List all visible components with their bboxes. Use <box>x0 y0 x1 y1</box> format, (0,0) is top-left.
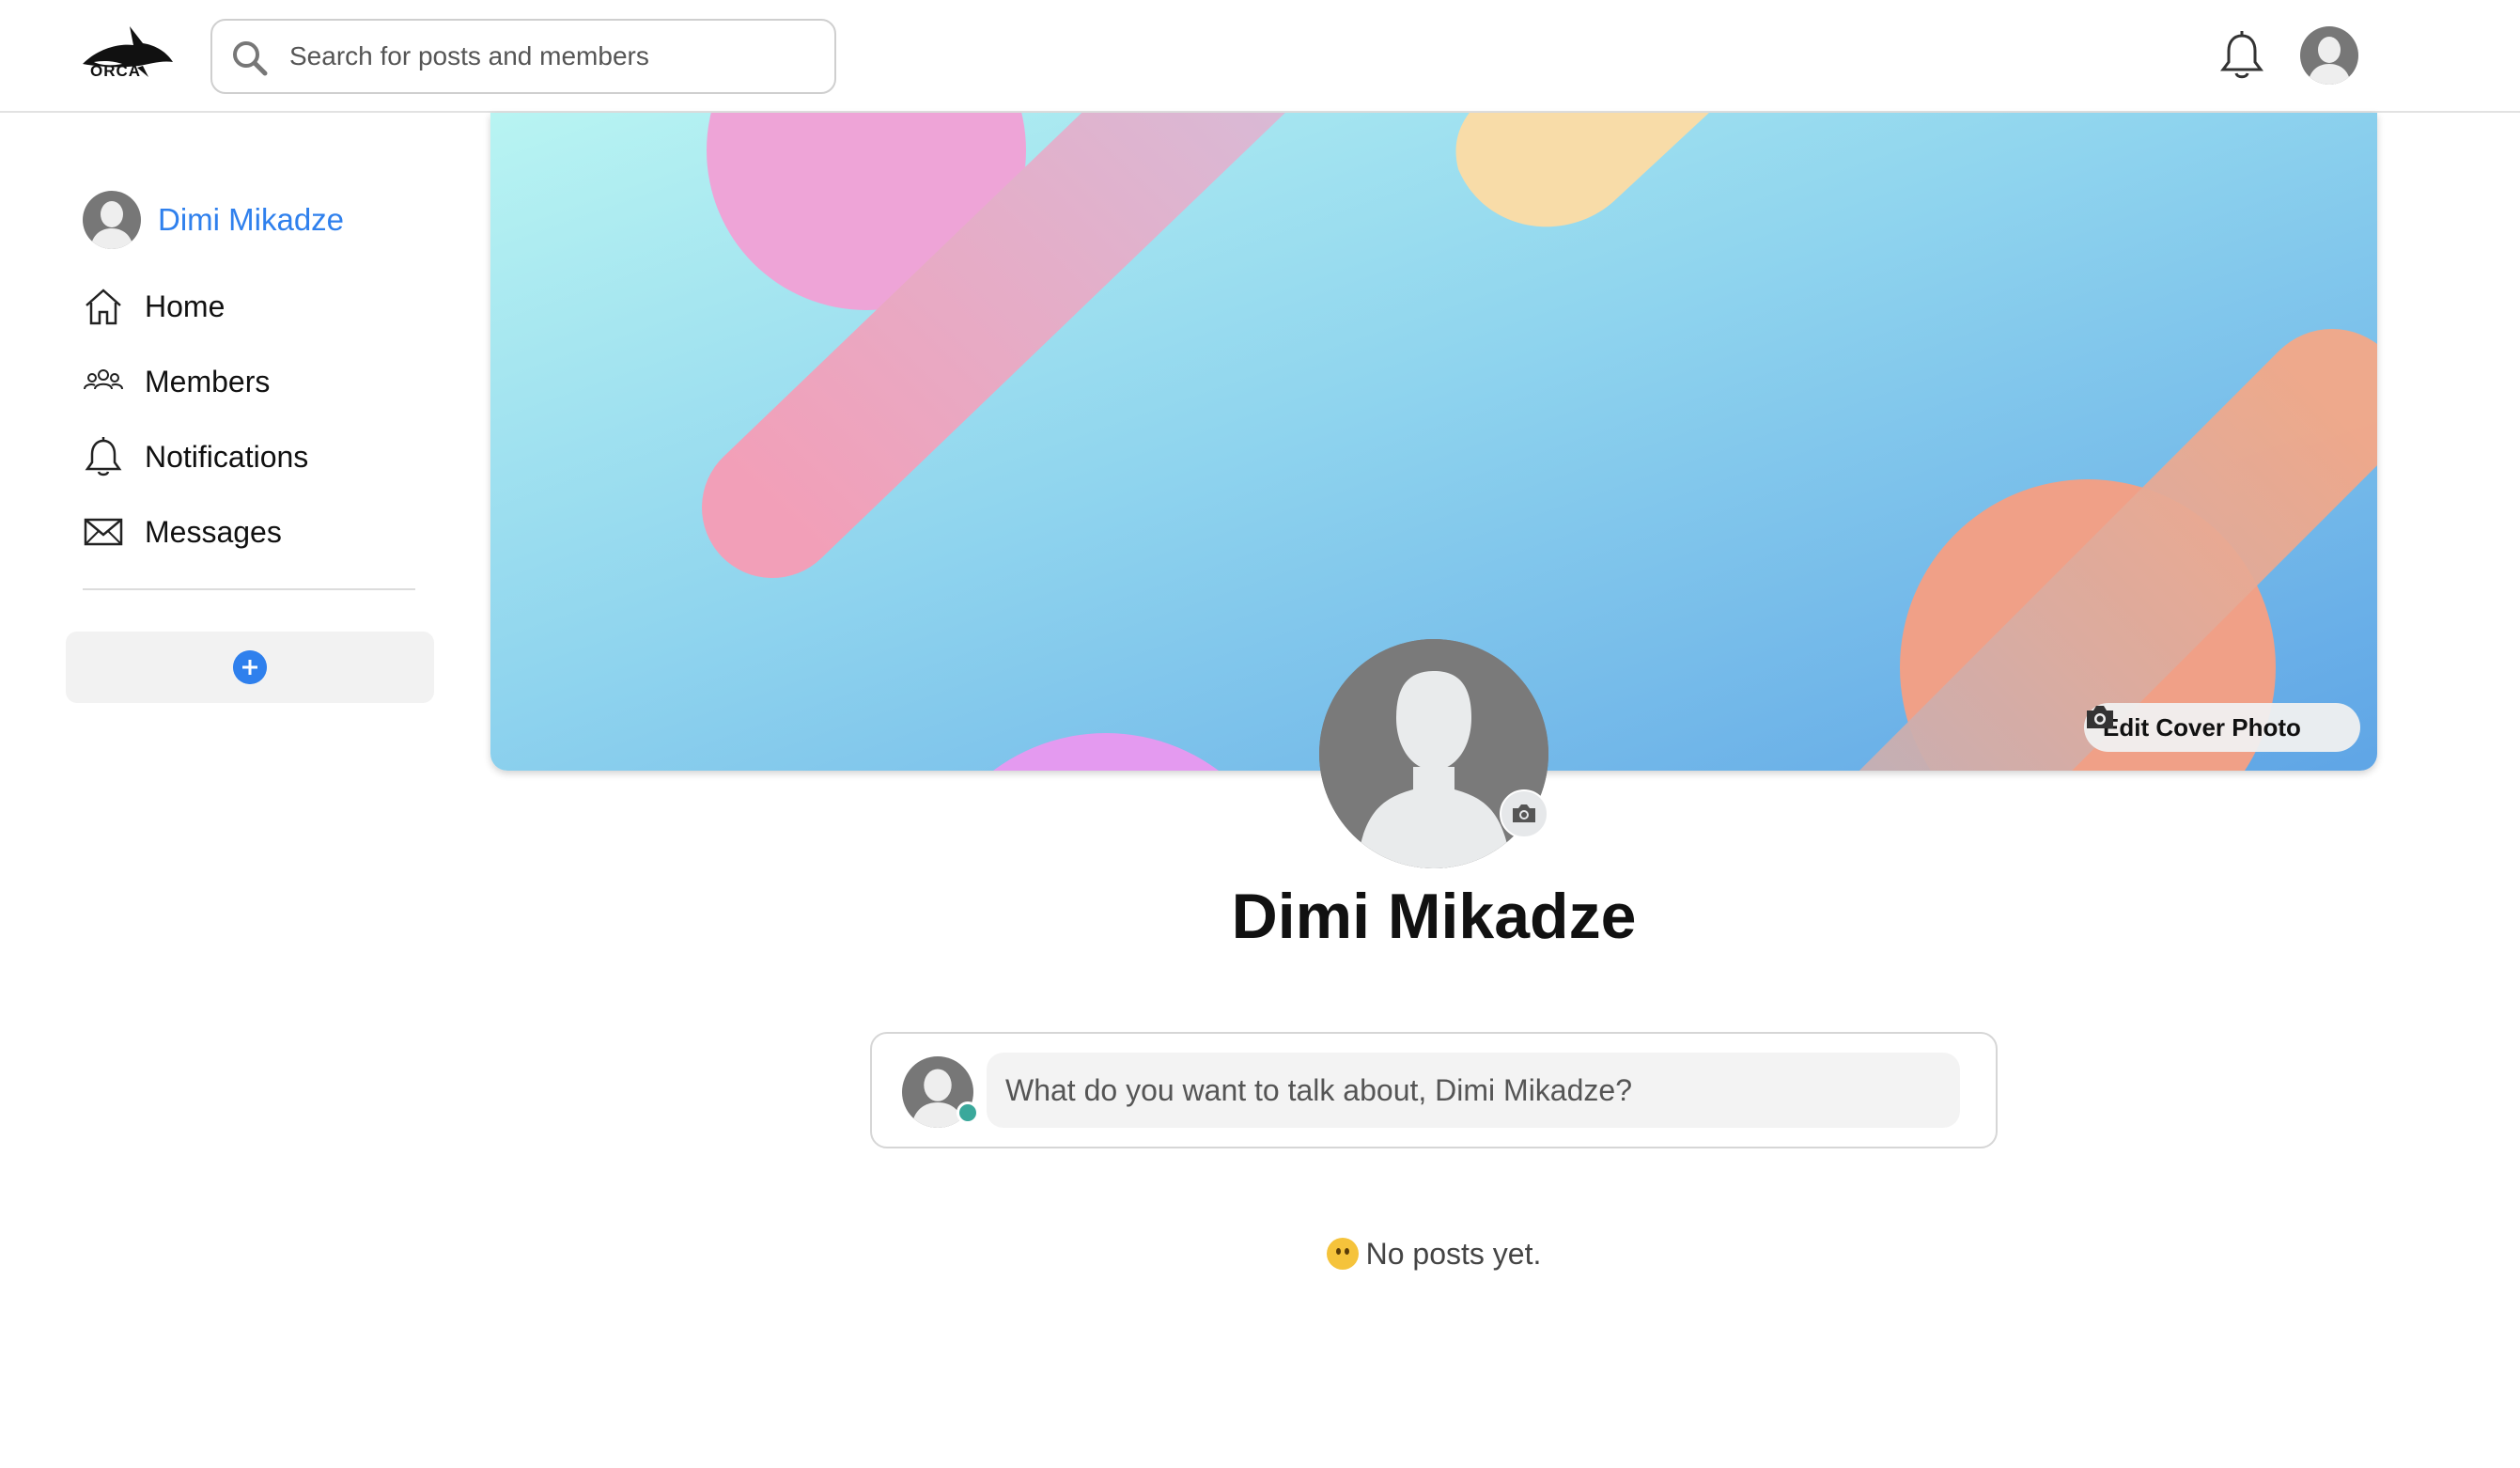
post-input[interactable] <box>987 1053 1960 1128</box>
avatar-icon <box>83 191 141 249</box>
edit-cover-label: Edit Cover Photo <box>2103 712 2301 742</box>
notifications-bell-icon[interactable] <box>2217 30 2266 83</box>
top-bar: ORCA <box>0 0 2520 113</box>
members-icon <box>84 369 123 390</box>
sidebar-profile-name: Dimi Mikadze <box>158 202 345 237</box>
avatar <box>83 191 141 249</box>
sidebar-item-label: Members <box>145 364 271 398</box>
empty-feed-message: No posts yet. <box>0 1237 2520 1272</box>
plus-circle-icon <box>233 650 267 684</box>
avatar-icon <box>2300 26 2358 85</box>
change-avatar-button[interactable] <box>1500 789 1548 838</box>
profile-name: Dimi Mikadze <box>1231 881 1637 952</box>
bell-icon <box>85 437 122 476</box>
search-icon <box>233 41 268 76</box>
sidebar-item-members[interactable]: Members <box>83 353 270 410</box>
sidebar-item-messages[interactable]: Messages <box>83 504 282 560</box>
user-avatar-menu[interactable] <box>2300 26 2358 85</box>
logo-text: ORCA <box>90 62 142 80</box>
sidebar: Dimi Mikadze Home Members Notifications <box>0 113 451 865</box>
camera-icon <box>1513 804 1535 822</box>
sidebar-item-label: Messages <box>145 514 282 549</box>
edit-cover-photo-button[interactable]: Edit Cover Photo <box>2084 703 2360 752</box>
sidebar-item-profile[interactable]: Dimi Mikadze <box>83 191 345 249</box>
search-input[interactable] <box>288 30 823 83</box>
camera-icon <box>2087 706 2113 728</box>
sidebar-item-label: Notifications <box>145 439 309 474</box>
slightly-frowning-face-icon <box>1326 1238 1359 1270</box>
empty-feed-text: No posts yet. <box>1365 1237 1542 1271</box>
search-box[interactable] <box>210 19 836 94</box>
online-status-indicator <box>957 1101 979 1124</box>
home-icon <box>86 289 121 325</box>
sidebar-item-home[interactable]: Home <box>83 278 225 335</box>
sidebar-item-notifications[interactable]: Notifications <box>83 429 308 485</box>
post-composer <box>870 1032 1998 1148</box>
envelope-icon <box>84 518 123 546</box>
sidebar-item-label: Home <box>145 289 226 323</box>
add-button[interactable] <box>66 632 434 703</box>
sidebar-divider <box>83 588 415 590</box>
